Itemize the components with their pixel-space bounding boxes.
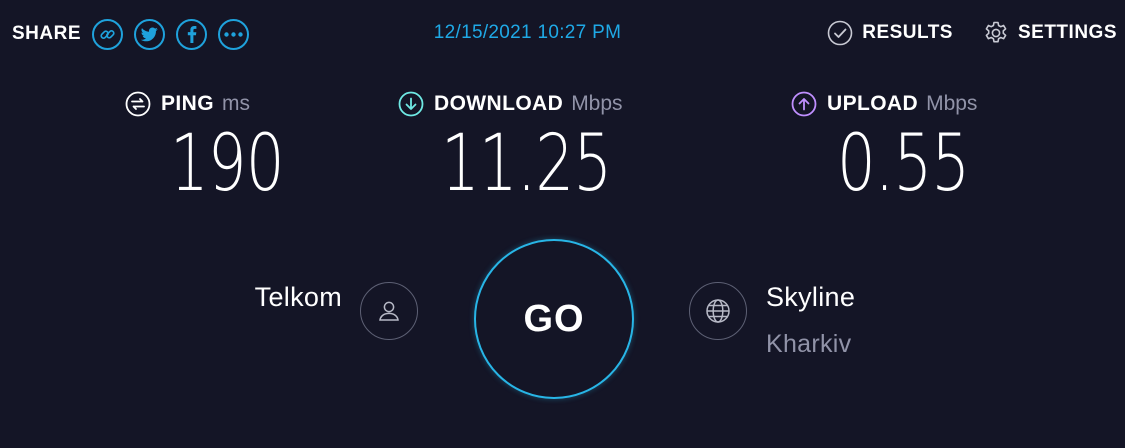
globe-icon: [706, 299, 730, 323]
upload-header: UPLOAD Mbps: [791, 88, 1051, 120]
upload-label: UPLOAD: [827, 92, 919, 115]
user-icon: [379, 301, 399, 321]
settings-button[interactable]: SETTINGS: [983, 20, 1117, 46]
server-button[interactable]: [689, 282, 747, 340]
upload-unit: Mbps: [926, 92, 978, 115]
ping-header: PING ms: [125, 88, 385, 120]
download-arrow-icon: [398, 91, 424, 117]
upload-value: 0.55: [837, 119, 970, 209]
upload-metric: UPLOAD Mbps 0.55: [791, 88, 1051, 204]
provider-button[interactable]: [360, 282, 418, 340]
server-location: Kharkiv: [766, 330, 852, 358]
download-metric: DOWNLOAD Mbps 11.25: [398, 88, 658, 204]
go-label: GO: [523, 297, 585, 340]
download-header: DOWNLOAD Mbps: [398, 88, 658, 120]
go-button[interactable]: GO: [474, 239, 634, 399]
download-value: 11.25: [441, 119, 612, 209]
gear-icon: [985, 21, 1007, 43]
ping-value: 190: [170, 119, 285, 209]
top-nav: RESULTS SETTINGS: [797, 20, 1117, 46]
upload-arrow-icon: [791, 91, 817, 117]
check-circle-icon: [827, 20, 853, 46]
ping-metric: PING ms 190: [125, 88, 385, 204]
speedtest-app: SHARE 12/15/2021 10:27 PM RESULTS SETTIN…: [0, 0, 1125, 448]
server-name[interactable]: Skyline: [766, 282, 855, 313]
settings-label: SETTINGS: [1017, 22, 1117, 43]
ping-label: PING: [161, 92, 214, 115]
download-label: DOWNLOAD: [434, 92, 564, 115]
results-button[interactable]: RESULTS: [827, 20, 953, 46]
download-unit: Mbps: [571, 92, 623, 115]
ping-icon: [125, 91, 151, 117]
provider-name: Telkom: [254, 282, 342, 312]
ping-unit: ms: [221, 92, 250, 115]
results-label: RESULTS: [862, 22, 953, 43]
